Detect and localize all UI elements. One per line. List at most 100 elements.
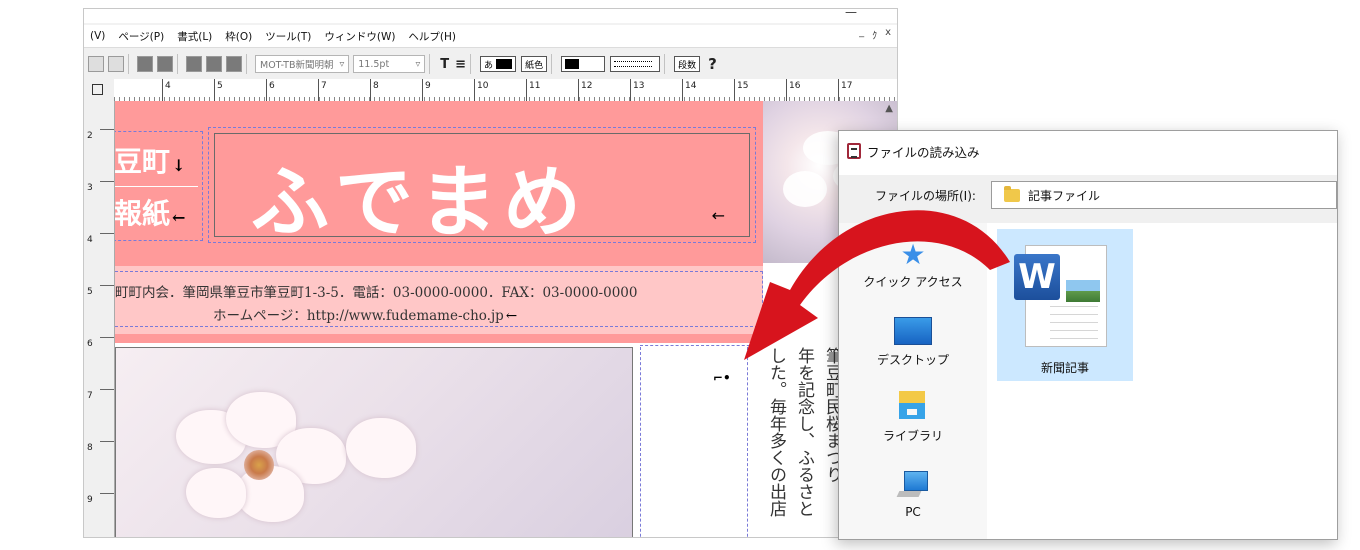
columns-label: 段数 (678, 60, 697, 71)
doc-close-icon[interactable]: x (885, 27, 891, 42)
ruler-tick (100, 493, 114, 494)
ruler-number: 5 (217, 81, 223, 91)
sidebar-item-quick-access[interactable]: ★ クイック アクセス (839, 241, 987, 290)
menu-help[interactable]: ヘルプ(H) (408, 29, 456, 44)
left-title-frame[interactable]: 豆町 ↓ 報紙 ← (115, 131, 203, 241)
shape-icon[interactable] (157, 56, 173, 72)
editor-window: — (V) ページ(P) 書式(L) 枠(O) ツール(T) ウィンドウ(W) … (83, 8, 898, 538)
copy-icon[interactable] (206, 56, 222, 72)
toolbar-separator (664, 54, 666, 74)
doc-minimize-icon[interactable]: _ (859, 27, 864, 42)
sidebar-item-pc[interactable]: PC (839, 471, 987, 519)
print-icon[interactable] (186, 56, 202, 72)
ruler-tick (100, 337, 114, 338)
text-color-button[interactable]: あ (480, 56, 517, 72)
menu-frame[interactable]: 枠(O) (225, 29, 252, 44)
ruler-number: 16 (789, 81, 801, 91)
ruler-tick (370, 79, 371, 101)
sidebar-item-label: PC (905, 505, 921, 519)
paper-color-label: 紙色 (525, 60, 544, 71)
doc-line (1050, 330, 1098, 331)
toolbar-separator (470, 54, 472, 74)
dotted-line-icon (614, 61, 653, 67)
menu-page[interactable]: ページ(P) (118, 29, 164, 44)
doc-line (1050, 314, 1098, 315)
ruler-number: 4 (165, 81, 171, 91)
menu-view[interactable]: (V) (90, 30, 105, 42)
sidebar-item-library[interactable]: ライブラリ (839, 391, 987, 444)
font-name-value: MOT-TB新聞明朝 (260, 60, 334, 71)
toolbar-separator (429, 54, 431, 74)
return-mark-icon: ↓ (172, 156, 186, 175)
newsletter-title: ふでまめ (251, 158, 588, 248)
ruler-number: 14 (685, 81, 697, 91)
help-button[interactable]: ? (708, 55, 717, 73)
homepage-text: ホームページ：http://www.fudemame-cho.jp (213, 308, 504, 324)
dialog-body: ★ クイック アクセス デスクトップ ライブラリ PC W 新聞記事 (839, 215, 1337, 539)
align-button[interactable]: ≡ (455, 57, 466, 72)
menu-window[interactable]: ウィンドウ(W) (324, 29, 395, 44)
minimize-icon[interactable]: — (845, 9, 857, 19)
editor-titlebar: — (84, 9, 897, 23)
cherry-blossom-photo-large[interactable] (115, 347, 633, 537)
ruler-number: 12 (581, 81, 593, 91)
file-item-news-article[interactable]: W 新聞記事 (997, 229, 1133, 381)
ruler-tick (474, 79, 475, 101)
paste-icon[interactable] (226, 56, 242, 72)
page-canvas[interactable]: 豆町 ↓ 報紙 ← ふでまめ ← 町町内会．筆岡県筆豆市筆豆町1-3-5．電話：03… (115, 101, 897, 537)
fill-pattern-button[interactable] (561, 56, 606, 72)
ruler-tick (786, 79, 787, 101)
ruler-tick (630, 79, 631, 101)
bold-button[interactable]: T (440, 57, 449, 72)
toolbar-separator (551, 54, 553, 74)
ruler-tick (100, 441, 114, 442)
location-select[interactable]: 記事ファイル (991, 181, 1337, 209)
location-bar: ファイルの場所(I): 記事ファイル (839, 175, 1337, 215)
sidebar-item-desktop[interactable]: デスクトップ (839, 317, 987, 368)
ruler-tick (162, 79, 163, 101)
menu-tools[interactable]: ツール(T) (265, 29, 311, 44)
folder-icon (1004, 185, 1020, 202)
preview-icon[interactable] (88, 56, 104, 72)
columns-button[interactable]: 段数 (674, 56, 701, 72)
font-size-select[interactable]: 11.5pt ▿ (353, 55, 426, 73)
places-sidebar: ★ クイック アクセス デスクトップ ライブラリ PC (839, 223, 987, 539)
grid-icon[interactable] (108, 56, 124, 72)
ruler-number: 3 (87, 183, 93, 193)
ruler-tick (100, 233, 114, 234)
ruler-tick (578, 79, 579, 101)
desktop-icon (894, 317, 932, 345)
paper-color-button[interactable]: 紙色 (521, 56, 548, 72)
text-cursor-icon: ⌐• (713, 371, 731, 385)
ruler-number: 8 (373, 81, 379, 91)
toolbar-separator (246, 54, 247, 74)
ruler-tick (682, 79, 683, 101)
article-column-2: 年を記念し、ふるさと (794, 347, 814, 517)
title-frame[interactable]: ふでまめ ← (208, 127, 756, 248)
doc-restore-icon[interactable]: ｸ (872, 27, 877, 42)
ruler-corner[interactable] (84, 79, 114, 102)
rotate-icon[interactable] (137, 56, 153, 72)
ruler-tick (318, 79, 319, 101)
font-name-select[interactable]: MOT-TB新聞明朝 ▿ (255, 55, 350, 73)
return-mark-icon: ← (711, 206, 725, 225)
column-frame-border (747, 347, 749, 537)
file-name: 新聞記事 (1040, 361, 1089, 375)
line-style-button[interactable] (610, 56, 661, 72)
word-document-icon: W (1014, 245, 1107, 347)
doc-line (1050, 338, 1098, 339)
doc-picture (1066, 280, 1100, 302)
app-icon (847, 143, 861, 159)
font-size-value: 11.5pt (358, 58, 390, 70)
homepage-line: ホームページ：http://www.fudemame-cho.jp ← (213, 304, 517, 324)
dialog-titlebar: ファイルの読み込み (839, 131, 1337, 171)
text-frame-border (640, 345, 760, 347)
ruler-number: 2 (87, 131, 93, 141)
scroll-up-icon[interactable]: ▲ (885, 103, 893, 114)
ruler-number: 6 (269, 81, 275, 91)
menu-format[interactable]: 書式(L) (177, 29, 212, 44)
library-icon (899, 391, 927, 421)
ruler-number: 5 (87, 287, 93, 297)
ruler-number: 9 (425, 81, 431, 91)
ruler-tick (100, 181, 114, 182)
